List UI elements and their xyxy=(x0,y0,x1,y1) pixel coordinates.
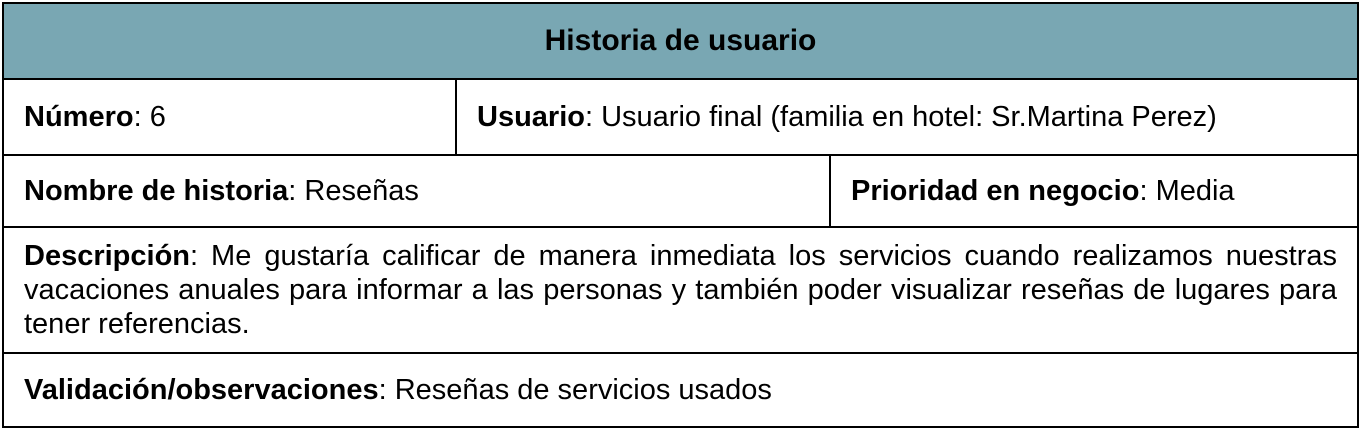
nombre-historia-value: Reseñas xyxy=(304,175,419,207)
descripcion-row: Descripción: Me gustaría calificar de ma… xyxy=(1,226,1359,354)
numero-label: Número xyxy=(24,101,134,133)
validacion-cell: Validación/observaciones: Reseñas de ser… xyxy=(1,352,1359,428)
numero-value: 6 xyxy=(149,101,166,133)
numero-cell: Número: 6 xyxy=(2,78,457,156)
descripcion-value: Me gustaría calificar de manera inmediat… xyxy=(24,240,1338,340)
nombre-historia-cell: Nombre de historia: Reseñas xyxy=(2,154,831,228)
validacion-value: Reseñas de servicios usados xyxy=(394,374,772,406)
descripcion-cell: Descripción: Me gustaría calificar de ma… xyxy=(1,226,1359,354)
story-title: Historia de usuario xyxy=(1,2,1359,80)
usuario-value: Usuario final (familia en hotel: Sr.Mart… xyxy=(601,101,1217,133)
title-row: Historia de usuario xyxy=(1,2,1359,80)
validacion-row: Validación/observaciones: Reseñas de ser… xyxy=(1,352,1359,428)
nombre-prioridad-row: Nombre de historia: Reseñas Prioridad en… xyxy=(2,154,1359,228)
validacion-label: Validación/observaciones xyxy=(24,374,379,406)
nombre-historia-label: Nombre de historia xyxy=(24,175,289,207)
descripcion-label: Descripción xyxy=(24,240,190,272)
user-story-table: Historia de usuario Número: 6 Usuario: U… xyxy=(1,2,1359,428)
usuario-cell: Usuario: Usuario final (familia en hotel… xyxy=(454,78,1359,156)
usuario-label: Usuario xyxy=(477,101,585,133)
prioridad-label: Prioridad en negocio xyxy=(851,175,1140,207)
numero-usuario-row: Número: 6 Usuario: Usuario final (famili… xyxy=(2,78,1359,156)
prioridad-cell: Prioridad en negocio: Media xyxy=(828,154,1359,228)
prioridad-value: Media xyxy=(1155,175,1235,207)
